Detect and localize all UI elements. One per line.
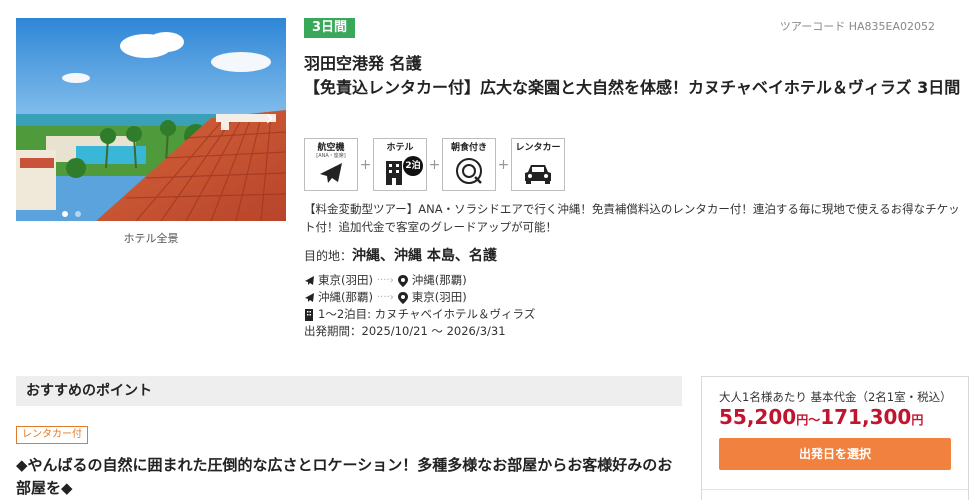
feature-label: ホテル — [386, 143, 414, 153]
hotel-stay-text: 1〜2泊目: カヌチャベイホテル＆ヴィラズ — [318, 307, 536, 321]
photo-pagination — [62, 211, 81, 217]
departure-period: 出発期間：2025/10/21 〜 2026/3/31 — [304, 324, 506, 338]
tour-title-route: 羽田空港発 名護 — [304, 54, 422, 73]
price-unit: 円 — [796, 413, 809, 427]
airplane-icon — [320, 163, 342, 183]
airplane-icon — [305, 293, 314, 302]
outbound-route: 東京(羽田) ····› 沖縄(那覇) — [304, 272, 535, 289]
tour-title: 羽田空港発 名護 【免責込レンタカー付】広大な楽園と大自然を体感！カヌチャベイホ… — [304, 52, 964, 100]
resort-view-image — [16, 18, 286, 221]
hotel-stay: 1〜2泊目: カヌチャベイホテル＆ヴィラズ — [304, 306, 535, 323]
select-departure-date-button[interactable]: 出発日を選択 — [719, 438, 951, 470]
pagination-dot[interactable] — [75, 211, 81, 217]
breakfast-plate-icon — [456, 158, 482, 184]
rental-car-tag: レンタカー付 — [16, 426, 88, 444]
price-label: 大人1名様あたり 基本代金（2名1室・税込） — [719, 390, 952, 404]
feature-icons: 航空機 [ANA・座席] + ホテル 2泊 + 朝食付き + レンタカー — [304, 138, 565, 191]
price-min: 55,200 — [719, 405, 797, 429]
destination-label: 目的地： — [304, 249, 353, 263]
price-max: 171,300 — [820, 405, 912, 429]
route-from: 東京(羽田) — [318, 273, 373, 287]
price-range: 55,200円〜171,300円 — [719, 405, 923, 429]
feature-rental-car: レンタカー — [511, 138, 565, 191]
route-arrow: ····› — [376, 275, 394, 286]
hotel-building-icon — [305, 308, 313, 321]
feature-breakfast: 朝食付き — [442, 138, 496, 191]
route-to: 沖縄(那覇) — [411, 273, 467, 287]
plus-separator: + — [428, 156, 441, 173]
price-panel: 大人1名様あたり 基本代金（2名1室・税込） 55,200円〜171,300円 … — [701, 376, 969, 500]
return-route: 沖縄(那覇) ····› 東京(羽田) — [304, 289, 535, 306]
feature-label: レンタカー — [515, 143, 561, 153]
recommend-section-header: おすすめのポイント — [16, 376, 682, 406]
tour-description: 【料金変動型ツアー】ANA・ソラシドエアで行く沖縄！免責補償料込のレンタカー付！… — [304, 202, 960, 234]
tour-title-main: 【免責込レンタカー付】広大な楽園と大自然を体感！カヌチャベイホテル＆ヴィラズ 3… — [304, 78, 961, 97]
next-photo-arrow-icon[interactable]: › — [265, 108, 274, 130]
divider — [702, 489, 968, 490]
price-unit: 円 — [911, 413, 924, 427]
location-pin-icon — [397, 274, 408, 287]
hotel-building-icon — [386, 161, 402, 185]
route-to: 東京(羽田) — [411, 290, 467, 304]
recommend-text: ◆やんばるの自然に囲まれた圧倒的な広さとロケーション！多種多様なお部屋からお客様… — [16, 456, 673, 497]
duration-badge: 3日間 — [304, 18, 356, 38]
price-tilde: 〜 — [808, 413, 821, 427]
plus-separator: + — [359, 156, 372, 173]
tour-code: ツアーコード HA835EA02052 — [779, 20, 935, 33]
destination: 目的地：沖縄、沖縄 本島、名護 — [304, 245, 497, 265]
hotel-photo[interactable]: › — [16, 18, 286, 221]
feature-sublabel: [ANA・座席] — [316, 153, 346, 159]
plus-separator: + — [497, 156, 510, 173]
itinerary: 東京(羽田) ····› 沖縄(那覇) 沖縄(那覇) ····› 東京(羽田) … — [304, 272, 535, 340]
destination-value: 沖縄、沖縄 本島、名護 — [352, 248, 497, 264]
feature-label: 航空機 — [317, 143, 345, 153]
car-icon — [525, 165, 551, 184]
location-pin-icon — [397, 291, 408, 304]
airplane-icon — [305, 276, 314, 285]
feature-hotel: ホテル 2泊 — [373, 138, 427, 191]
route-from: 沖縄(那覇) — [318, 290, 373, 304]
feature-flight: 航空機 [ANA・座席] — [304, 138, 358, 191]
pagination-dot[interactable] — [62, 211, 68, 217]
route-arrow: ····› — [376, 292, 394, 303]
photo-caption: ホテル全景 — [123, 232, 179, 245]
feature-label: 朝食付き — [450, 143, 487, 153]
